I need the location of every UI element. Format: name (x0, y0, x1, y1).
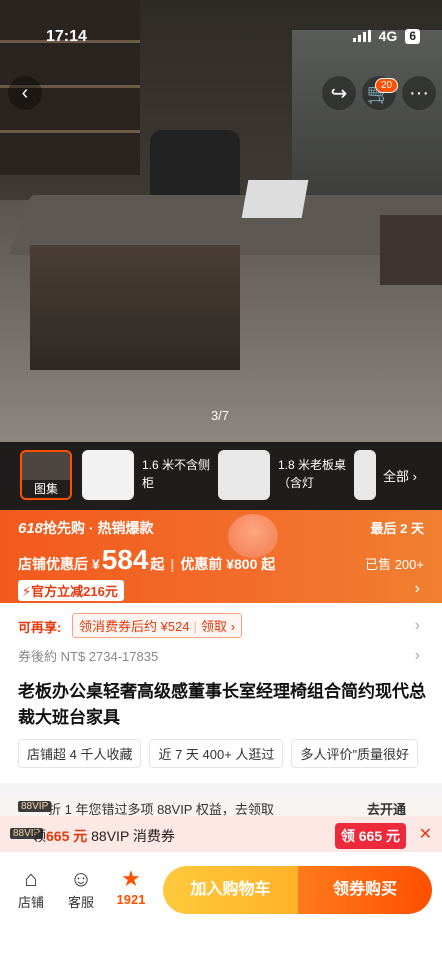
chevron-right-icon[interactable]: › (415, 647, 420, 665)
service-label: 客服 (67, 895, 94, 910)
chevron-right-icon[interactable]: › (415, 580, 420, 598)
image-desk-right (380, 215, 442, 285)
share-icon[interactable]: ↪ (322, 76, 356, 110)
vip-badge: 88VIP (18, 801, 52, 812)
star-icon: ★ (121, 866, 141, 891)
tag-item[interactable]: 店铺超 4 千人收藏 (18, 739, 142, 768)
thumbnail-variant-1[interactable] (82, 450, 134, 500)
bottom-bar: ⌂ 店铺 ☺ 客服 ★ 1921 加入购物车 领券购买 (0, 852, 442, 960)
event-logo: 618 (18, 520, 44, 537)
sold-count: 已售 200+ (365, 557, 424, 572)
battery-icon: 6 (405, 28, 420, 44)
vip-bar-text: 领665 元 88VIP 消费券 (32, 826, 175, 846)
thumbnail-label[interactable]: 1.6 米不含侧柜 (142, 456, 212, 492)
image-laptop (241, 180, 309, 218)
more-icon[interactable]: ··· (402, 76, 436, 110)
price-value: 584 (101, 544, 149, 575)
all-variants-link[interactable]: 全部 › (383, 466, 417, 485)
all-label: 全部 (383, 469, 410, 484)
last-days: 最后 2 天 (370, 521, 424, 536)
tag-list: 店铺超 4 千人收藏 近 7 天 400+ 人逛过 多人评价"质量很好 (18, 739, 419, 768)
service-icon: ☺ (69, 866, 93, 891)
section-divider (0, 783, 442, 795)
thumbnail-strip: 图集 1.6 米不含侧柜 1.8 米老板桌（含灯 全部 › (0, 442, 442, 510)
store-button[interactable]: ⌂ 店铺 (9, 866, 53, 911)
close-icon[interactable]: ✕ (419, 824, 432, 844)
vip-prefix: 领 (32, 828, 46, 844)
image-desk-front (30, 245, 240, 370)
price-row: 店铺优惠后 ¥ 584 起 | 优惠前 ¥800 起 (18, 544, 275, 576)
vip-suffix: 88VIP 消费券 (87, 828, 175, 844)
store-icon: ⌂ (24, 866, 38, 891)
thumbnail-label[interactable]: 1.8 米老板桌（含灯 (278, 456, 348, 492)
vip-amount: 665 元 (46, 828, 88, 844)
buy-button[interactable]: 领券购买 (298, 866, 432, 914)
event-text: 抢先购 · 热销爆款 (43, 520, 154, 536)
chevron-right-icon[interactable]: › (415, 617, 420, 635)
image-page-indicator: 3/7 (210, 408, 230, 423)
promo-banner[interactable]: 618抢先购 · 热销爆款 最后 2 天 店铺优惠后 ¥ 584 起 | 优惠前… (0, 510, 442, 603)
tag-item[interactable]: 多人评价"质量很好 (291, 739, 419, 768)
product-title: 老板办公桌轻奢高级感董事长室经理椅组合简约现代总裁大班台家具 (18, 682, 426, 727)
divider: | (170, 556, 175, 572)
favorite-button[interactable]: ★ 1921 (109, 866, 153, 907)
network-label: 4G (378, 28, 398, 44)
promo-event: 618抢先购 · 热销爆款 (18, 518, 153, 538)
again-label: 可再享: (18, 620, 62, 635)
official-text: 官方立减216元 (31, 584, 118, 599)
vip-coupon-bar: 88VIP 领665 元 88VIP 消费券 领 665 元 ✕ (0, 816, 442, 852)
service-button[interactable]: ☺ 客服 (59, 866, 103, 911)
status-time: 17:14 (46, 28, 87, 45)
back-icon[interactable]: ‹ (8, 76, 42, 110)
coupon-text: 领消费券后约 ¥524 (79, 619, 190, 634)
product-info: 可再享: 领消费券后约 ¥524 | 领取 › › 券後約 NT$ 2734-178… (0, 603, 442, 783)
thumbnail-label: 图集 (22, 480, 70, 498)
tag-item[interactable]: 近 7 天 400+ 人逛过 (149, 739, 284, 768)
nt-price: 券後約 NT$ 2734-17835 (18, 649, 159, 664)
coupon-sep: | (193, 619, 197, 634)
add-to-cart-button[interactable]: 加入购物车 (163, 866, 298, 914)
thumbnail-variant-2[interactable] (218, 450, 270, 500)
top-bar: 17:14 4G 6 ‹ ↪ 🛒 20 ··· (0, 0, 442, 120)
price-before: 优惠前 ¥800 起 (180, 556, 276, 572)
claim-vip-button[interactable]: 领 665 元 (334, 823, 406, 849)
official-discount: ⚡官方立减216元 (18, 580, 124, 601)
price-suffix: 起 (150, 556, 165, 572)
thumbnail-variant-3[interactable] (354, 450, 376, 500)
coupon-claim: 领取 (200, 619, 227, 634)
thumbnail-gallery[interactable]: 图集 (20, 450, 72, 500)
signal-icon (352, 30, 371, 42)
price-prefix: 店铺优惠后 ¥ (18, 556, 100, 572)
cart-badge: 20 (375, 78, 399, 93)
favorite-count: 1921 (116, 892, 146, 907)
status-right: 4G 6 (352, 28, 420, 44)
coupon-chip[interactable]: 领消费券后约 ¥524 | 领取 › (72, 613, 242, 638)
store-label: 店铺 (17, 895, 44, 910)
